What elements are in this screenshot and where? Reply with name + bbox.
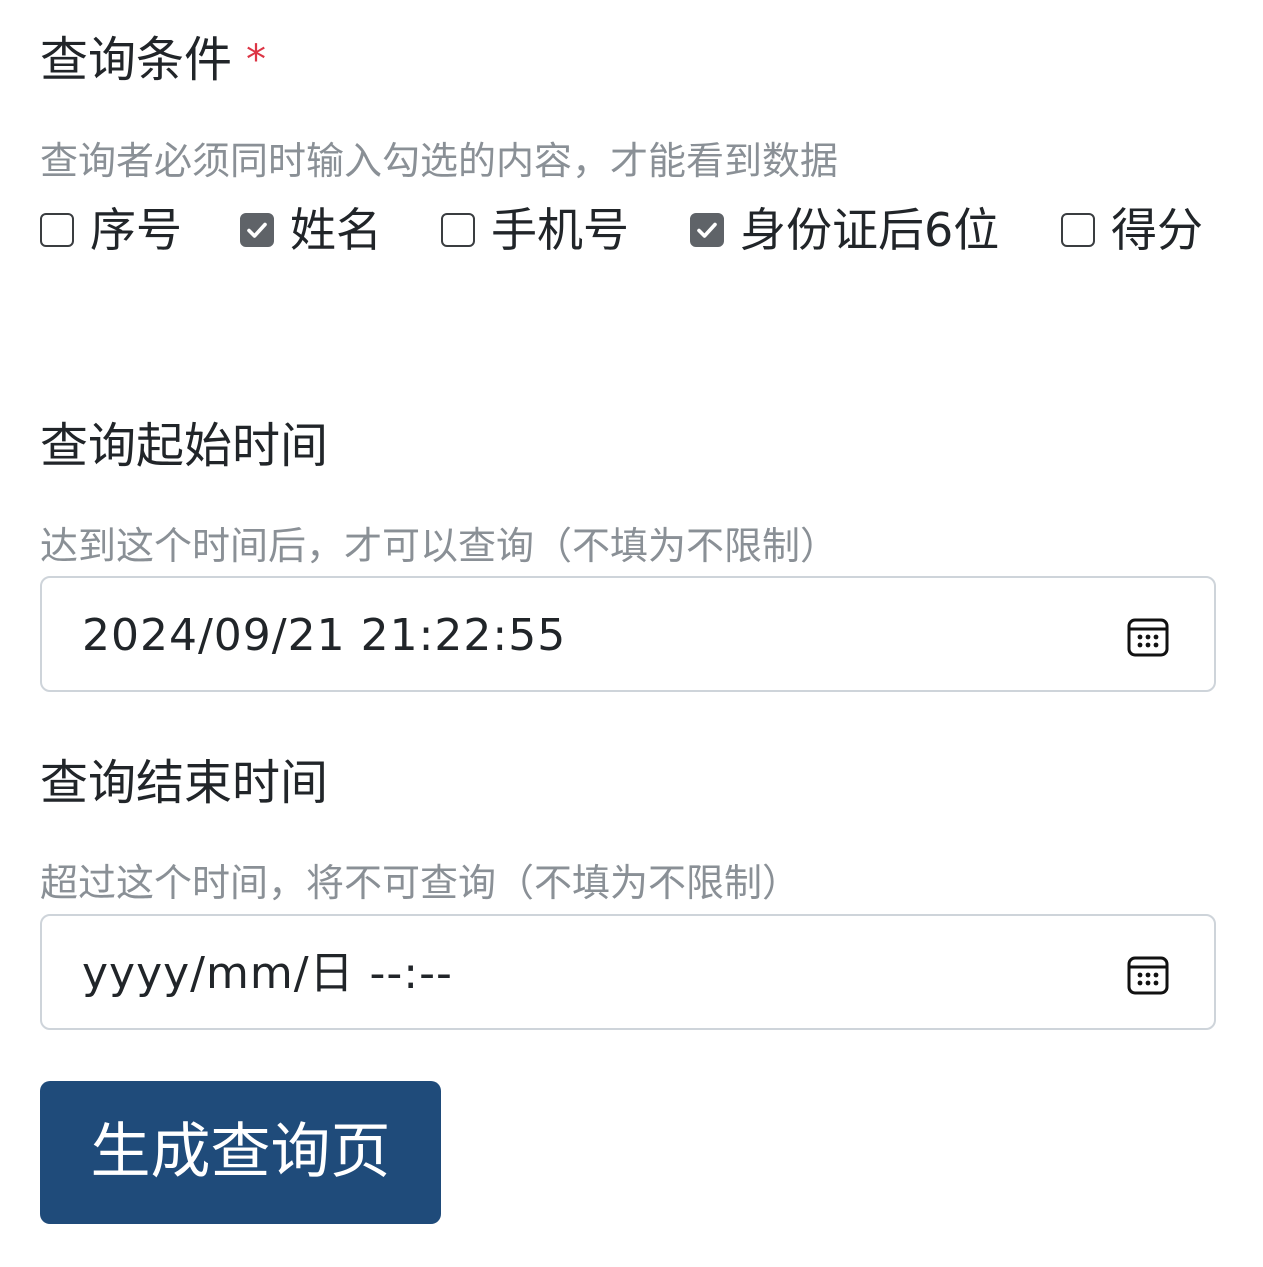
end-time-hint: 超过这个时间，将不可查询（不填为不限制） xyxy=(40,861,801,905)
required-asterisk: * xyxy=(246,37,267,83)
checkbox-box[interactable] xyxy=(441,213,475,247)
checkbox-label: 序号 xyxy=(90,203,182,257)
conditions-label: 查询条件 * xyxy=(40,32,266,88)
checkbox-label: 得分 xyxy=(1111,203,1203,257)
end-time-input[interactable]: yyyy/mm/日 --:-- xyxy=(40,914,1216,1030)
calendar-icon[interactable] xyxy=(1126,952,1170,996)
end-time-label: 查询结束时间 xyxy=(40,755,329,811)
condition-checkbox-group: 序号 姓名 手机号 身份证后6位 得分 xyxy=(40,200,1240,260)
checkbox-box[interactable] xyxy=(40,213,74,247)
checkmark-icon xyxy=(247,222,267,238)
checkbox-name[interactable]: 姓名 xyxy=(240,200,382,260)
checkbox-phone[interactable]: 手机号 xyxy=(441,200,629,260)
calendar-icon[interactable] xyxy=(1126,614,1170,658)
start-time-input[interactable]: 2024/09/21 21:22:55 xyxy=(40,576,1216,692)
generate-query-page-button[interactable]: 生成查询页 xyxy=(40,1081,441,1224)
checkbox-box[interactable] xyxy=(690,213,724,247)
checkbox-label: 姓名 xyxy=(290,203,382,257)
checkbox-box[interactable] xyxy=(1061,213,1095,247)
checkbox-label: 身份证后6位 xyxy=(740,203,1000,257)
start-time-hint: 达到这个时间后，才可以查询（不填为不限制） xyxy=(40,524,839,568)
checkbox-serial-number[interactable]: 序号 xyxy=(40,200,182,260)
start-time-value: 2024/09/21 21:22:55 xyxy=(82,610,567,661)
checkbox-id-last6[interactable]: 身份证后6位 xyxy=(690,200,999,260)
checkbox-label: 手机号 xyxy=(491,203,629,257)
start-time-label: 查询起始时间 xyxy=(40,418,329,474)
end-time-placeholder: yyyy/mm/日 --:-- xyxy=(82,948,453,999)
checkbox-score[interactable]: 得分 xyxy=(1061,200,1203,260)
query-settings-form: 查询条件 * 查询者必须同时输入勾选的内容，才能看到数据 序号 姓名 手机号 身份 xyxy=(0,0,1263,1267)
checkbox-box[interactable] xyxy=(240,213,274,247)
conditions-hint: 查询者必须同时输入勾选的内容，才能看到数据 xyxy=(40,139,839,183)
conditions-label-text: 查询条件 xyxy=(40,32,233,88)
checkmark-icon xyxy=(697,222,717,238)
